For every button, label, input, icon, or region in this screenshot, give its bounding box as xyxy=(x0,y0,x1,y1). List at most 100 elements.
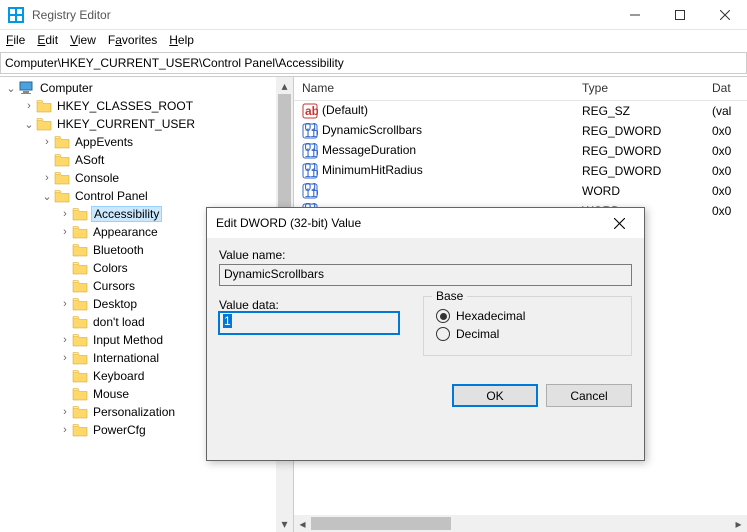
computer-icon xyxy=(18,81,34,95)
list-h-scrollbar[interactable]: ◂ ▸ xyxy=(294,515,747,532)
folder-icon xyxy=(72,225,88,239)
chevron-right-icon[interactable]: › xyxy=(58,334,72,346)
value-name-label: Value name: xyxy=(219,248,632,262)
list-item[interactable]: 011110DynamicScrollbarsREG_DWORD0x0 xyxy=(294,121,747,141)
chevron-right-icon[interactable]: › xyxy=(58,406,72,418)
value-type: REG_SZ xyxy=(574,103,704,119)
value-data: 0x0 xyxy=(704,163,747,179)
tree-label: Mouse xyxy=(91,387,131,401)
tree-label: Cursors xyxy=(91,279,137,293)
minimize-button[interactable] xyxy=(612,0,657,30)
binary-value-icon: 011110 xyxy=(302,123,318,139)
folder-icon xyxy=(72,315,88,329)
value-name: MessageDuration xyxy=(322,143,416,157)
list-item[interactable]: 011110MessageDurationREG_DWORD0x0 xyxy=(294,141,747,161)
col-data[interactable]: Dat xyxy=(704,77,747,100)
folder-icon xyxy=(54,135,70,149)
tree-label: Control Panel xyxy=(73,189,150,203)
tree-item[interactable]: ASoft xyxy=(0,151,293,169)
cancel-button[interactable]: Cancel xyxy=(546,384,632,407)
folder-icon xyxy=(36,99,52,113)
value-data-label: Value data: xyxy=(219,298,399,312)
scroll-up-icon[interactable]: ▴ xyxy=(276,77,293,94)
value-data-input[interactable]: 1 xyxy=(219,312,399,334)
radio-hex-label: Hexadecimal xyxy=(456,309,525,323)
radio-icon xyxy=(436,327,450,341)
chevron-down-icon[interactable]: ⌄ xyxy=(22,118,36,131)
value-data: 0x0 xyxy=(704,143,747,159)
dialog-title: Edit DWORD (32-bit) Value xyxy=(216,216,603,230)
maximize-button[interactable] xyxy=(657,0,702,30)
chevron-right-icon[interactable]: › xyxy=(40,136,54,148)
tree-label: Input Method xyxy=(91,333,165,347)
menu-view[interactable]: View xyxy=(70,33,96,47)
tree-item[interactable]: ›AppEvents xyxy=(0,133,293,151)
col-name[interactable]: Name xyxy=(294,77,574,100)
radio-hex[interactable]: Hexadecimal xyxy=(436,309,619,323)
tree-label: HKEY_CLASSES_ROOT xyxy=(55,99,195,113)
menu-favorites[interactable]: Favorites xyxy=(108,33,157,47)
chevron-right-icon[interactable]: › xyxy=(22,100,36,112)
tree-label: Console xyxy=(73,171,121,185)
folder-icon xyxy=(36,117,52,131)
list-header: Name Type Dat xyxy=(294,77,747,101)
folder-icon xyxy=(72,423,88,437)
dialog-close-button[interactable] xyxy=(603,208,635,238)
folder-icon xyxy=(72,387,88,401)
tree-root[interactable]: ⌄ Computer xyxy=(0,79,293,97)
value-type: WORD xyxy=(574,183,704,199)
value-name-field: DynamicScrollbars xyxy=(219,264,632,286)
folder-icon xyxy=(72,207,88,221)
menu-edit[interactable]: Edit xyxy=(37,33,58,47)
menu-help[interactable]: Help xyxy=(169,33,194,47)
address-bar[interactable]: Computer\HKEY_CURRENT_USER\Control Panel… xyxy=(0,52,747,74)
list-item[interactable]: ab(Default)REG_SZ(val xyxy=(294,101,747,121)
radio-dec-label: Decimal xyxy=(456,327,499,341)
tree-label: don't load xyxy=(91,315,147,329)
chevron-right-icon[interactable]: › xyxy=(58,208,72,220)
scroll-right-icon[interactable]: ▸ xyxy=(730,515,747,532)
binary-value-icon: 011110 xyxy=(302,183,318,199)
tree-label: Computer xyxy=(38,81,95,95)
edit-dword-dialog: Edit DWORD (32-bit) Value Value name: Dy… xyxy=(206,207,645,461)
tree-item[interactable]: › Console xyxy=(0,169,293,187)
menu-file[interactable]: File xyxy=(6,33,25,47)
chevron-right-icon[interactable]: › xyxy=(58,226,72,238)
ok-button[interactable]: OK xyxy=(452,384,538,407)
value-list[interactable]: ab(Default)REG_SZ(val011110DynamicScroll… xyxy=(294,101,747,221)
h-scroll-thumb[interactable] xyxy=(311,517,451,530)
tree-item[interactable]: ⌄HKEY_CURRENT_USER xyxy=(0,115,293,133)
tree-label: Personalization xyxy=(91,405,177,419)
tree-label: PowerCfg xyxy=(91,423,148,437)
scroll-down-icon[interactable]: ▾ xyxy=(276,515,293,532)
chevron-right-icon[interactable]: › xyxy=(58,298,72,310)
base-legend: Base xyxy=(432,289,467,303)
close-button[interactable] xyxy=(702,0,747,30)
tree-label: ASoft xyxy=(73,153,106,167)
radio-dec[interactable]: Decimal xyxy=(436,327,619,341)
chevron-down-icon[interactable]: ⌄ xyxy=(4,82,18,95)
chevron-right-icon[interactable]: › xyxy=(58,424,72,436)
list-item[interactable]: 011110 WORD0x0 xyxy=(294,181,747,201)
chevron-right-icon[interactable]: › xyxy=(40,172,54,184)
folder-icon xyxy=(72,369,88,383)
scroll-left-icon[interactable]: ◂ xyxy=(294,515,311,532)
value-type: REG_DWORD xyxy=(574,123,704,139)
chevron-down-icon[interactable]: ⌄ xyxy=(40,190,54,203)
tree-item[interactable]: ⌄ Control Panel xyxy=(0,187,293,205)
tree-label: International xyxy=(91,351,161,365)
folder-icon xyxy=(54,171,70,185)
tree-label: Colors xyxy=(91,261,130,275)
value-type: REG_DWORD xyxy=(574,143,704,159)
value-data: 0x0 xyxy=(704,183,747,199)
tree-item[interactable]: › HKEY_CLASSES_ROOT xyxy=(0,97,293,115)
value-data: 0x0 xyxy=(704,203,747,219)
base-group: Base Hexadecimal Decimal xyxy=(423,296,632,356)
list-item[interactable]: 011110MinimumHitRadiusREG_DWORD0x0 xyxy=(294,161,747,181)
binary-value-icon: 011110 xyxy=(302,163,318,179)
svg-text:110: 110 xyxy=(305,186,319,199)
svg-text:ab: ab xyxy=(305,104,318,118)
chevron-right-icon[interactable]: › xyxy=(58,352,72,364)
dialog-titlebar: Edit DWORD (32-bit) Value xyxy=(207,208,644,238)
col-type[interactable]: Type xyxy=(574,77,704,100)
